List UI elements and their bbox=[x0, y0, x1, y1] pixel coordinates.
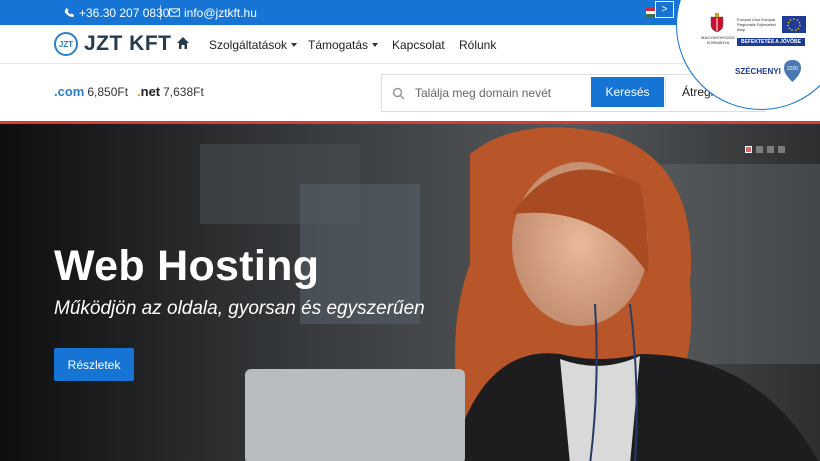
phone-icon bbox=[64, 7, 75, 18]
logo-mark: JZT bbox=[54, 32, 78, 56]
slider-pagination bbox=[745, 146, 785, 153]
slide-dot[interactable] bbox=[756, 146, 763, 153]
brand-name: JZT KFT bbox=[84, 32, 172, 55]
caret-down-icon bbox=[291, 42, 298, 47]
tld-extension: .net bbox=[137, 84, 161, 99]
search-icon bbox=[392, 87, 405, 100]
nav-item-label: Kapcsolat bbox=[392, 37, 445, 52]
divider bbox=[160, 5, 161, 20]
hero-slider: Web Hosting Működjön az oldala, gyorsan … bbox=[0, 121, 820, 461]
slide-dot[interactable] bbox=[767, 146, 774, 153]
search-button[interactable]: Keresés bbox=[591, 77, 664, 107]
nav-item-about[interactable]: Rólunk bbox=[459, 25, 496, 64]
nav-item-support[interactable]: Támogatás bbox=[308, 25, 379, 64]
szechenyi-label: SZÉCHENYI bbox=[735, 67, 781, 76]
hungarian-government-text: MAGYARORSZÁG KORMÁNYA bbox=[701, 35, 735, 45]
tld-extension: .com bbox=[54, 84, 85, 99]
tld-price: 6,850Ft bbox=[87, 85, 129, 99]
home-icon[interactable] bbox=[176, 36, 190, 50]
details-button[interactable]: Részletek bbox=[54, 348, 134, 381]
hungarian-crest-icon bbox=[710, 13, 724, 33]
domain-search-input[interactable] bbox=[415, 83, 585, 103]
invest-in-future-label: BEFEKTETÉS A JÖVŐBE bbox=[737, 38, 805, 46]
email-address: info@jztkft.hu bbox=[184, 5, 257, 20]
brand-logo[interactable]: JZT JZT KFT bbox=[54, 30, 172, 58]
phone-link[interactable]: +36.30 207 0830 bbox=[64, 0, 169, 25]
svg-text:2020: 2020 bbox=[787, 66, 798, 72]
nav-item-label: Támogatás bbox=[308, 37, 369, 52]
next-arrow-button[interactable]: > bbox=[655, 1, 674, 18]
slide-dot[interactable] bbox=[745, 146, 752, 153]
envelope-icon bbox=[169, 8, 180, 17]
slide-dot[interactable] bbox=[778, 146, 785, 153]
hero-subtitle: Működjön az oldala, gyorsan és egyszerűe… bbox=[54, 298, 425, 319]
szechenyi-2020-pin-icon: 2020 bbox=[784, 60, 801, 82]
tld-price: 7,638Ft bbox=[163, 85, 204, 99]
tld-com-price: .com 6,850Ft bbox=[54, 84, 128, 99]
caret-down-icon bbox=[372, 42, 379, 47]
nav-item-services[interactable]: Szolgáltatások bbox=[209, 25, 298, 64]
nav-item-label: Rólunk bbox=[459, 37, 497, 52]
eu-flag-icon bbox=[782, 16, 806, 33]
hero-title: Web Hosting bbox=[54, 242, 320, 290]
nav-item-label: Szolgáltatások bbox=[209, 37, 288, 52]
hero-background-image bbox=[0, 124, 820, 461]
nav-item-contact[interactable]: Kapcsolat bbox=[392, 25, 445, 64]
tld-net-price: .net 7,638Ft bbox=[137, 84, 204, 99]
phone-number: +36.30 207 0830 bbox=[79, 5, 170, 20]
eu-fund-text: Európai Unió Európai Regionális Fejleszt… bbox=[737, 17, 776, 32]
email-link[interactable]: info@jztkft.hu bbox=[169, 0, 257, 25]
